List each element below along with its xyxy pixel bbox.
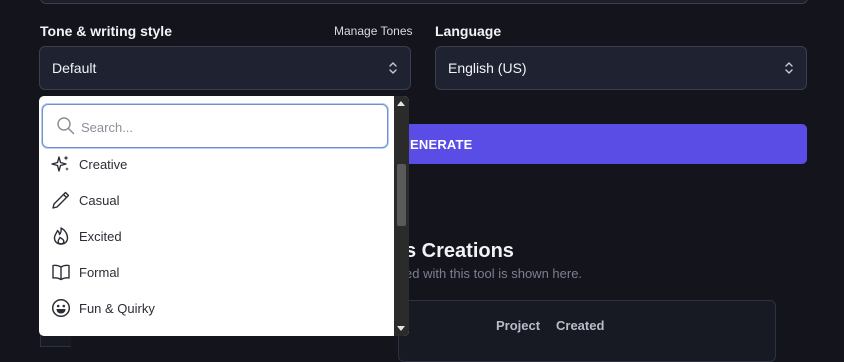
tone-selected-value: Default <box>52 60 97 76</box>
scroll-thumb[interactable] <box>397 164 406 226</box>
column-header-project[interactable]: Project <box>496 318 540 333</box>
chevron-up-down-icon <box>785 62 793 74</box>
language-label: Language <box>435 23 502 39</box>
tone-label: Tone & writing style <box>40 23 172 39</box>
scroll-up-arrow-icon[interactable] <box>397 101 405 106</box>
flame-icon <box>53 227 69 245</box>
language-select[interactable]: English (US) <box>435 46 807 90</box>
previous-input-field[interactable] <box>40 0 808 4</box>
creations-title: s Creations <box>405 240 514 262</box>
tone-option-label: Casual <box>79 192 120 208</box>
tone-option-excited[interactable]: Excited <box>39 218 394 254</box>
generate-button[interactable]: ENERATE <box>396 124 807 164</box>
tone-option-creative[interactable]: Creative <box>39 146 394 182</box>
sparkles-icon <box>51 155 69 172</box>
tone-option-formal[interactable]: Formal <box>39 254 394 290</box>
tone-option-label: Formal <box>79 264 120 280</box>
tone-search-input[interactable] <box>81 117 371 137</box>
tone-option-casual[interactable]: Casual <box>39 182 394 218</box>
column-header-created[interactable]: Created <box>556 318 604 333</box>
tone-select[interactable]: Default <box>39 46 411 90</box>
smile-icon <box>51 298 71 318</box>
search-icon <box>57 117 75 135</box>
tone-option-fun-quirky[interactable]: Fun & Quirky <box>39 290 394 326</box>
dropdown-scrollbar[interactable] <box>394 96 409 336</box>
tone-dropdown-menu: Creative Casual Excited Formal Fun & Qui… <box>39 96 409 336</box>
scroll-down-arrow-icon[interactable] <box>397 326 405 331</box>
tone-option-label: Excited <box>79 228 122 244</box>
book-open-icon <box>52 264 70 281</box>
tone-option-label: Fun & Quirky <box>79 300 155 316</box>
language-selected-value: English (US) <box>448 60 527 76</box>
tone-search-box[interactable] <box>42 104 388 148</box>
creations-subtitle: ed with this tool is shown here. <box>405 266 583 281</box>
pencil-icon <box>52 191 70 209</box>
manage-tones-link[interactable]: Manage Tones <box>334 24 413 38</box>
tone-option-label: Creative <box>79 156 128 172</box>
chevron-up-down-icon <box>389 62 397 74</box>
